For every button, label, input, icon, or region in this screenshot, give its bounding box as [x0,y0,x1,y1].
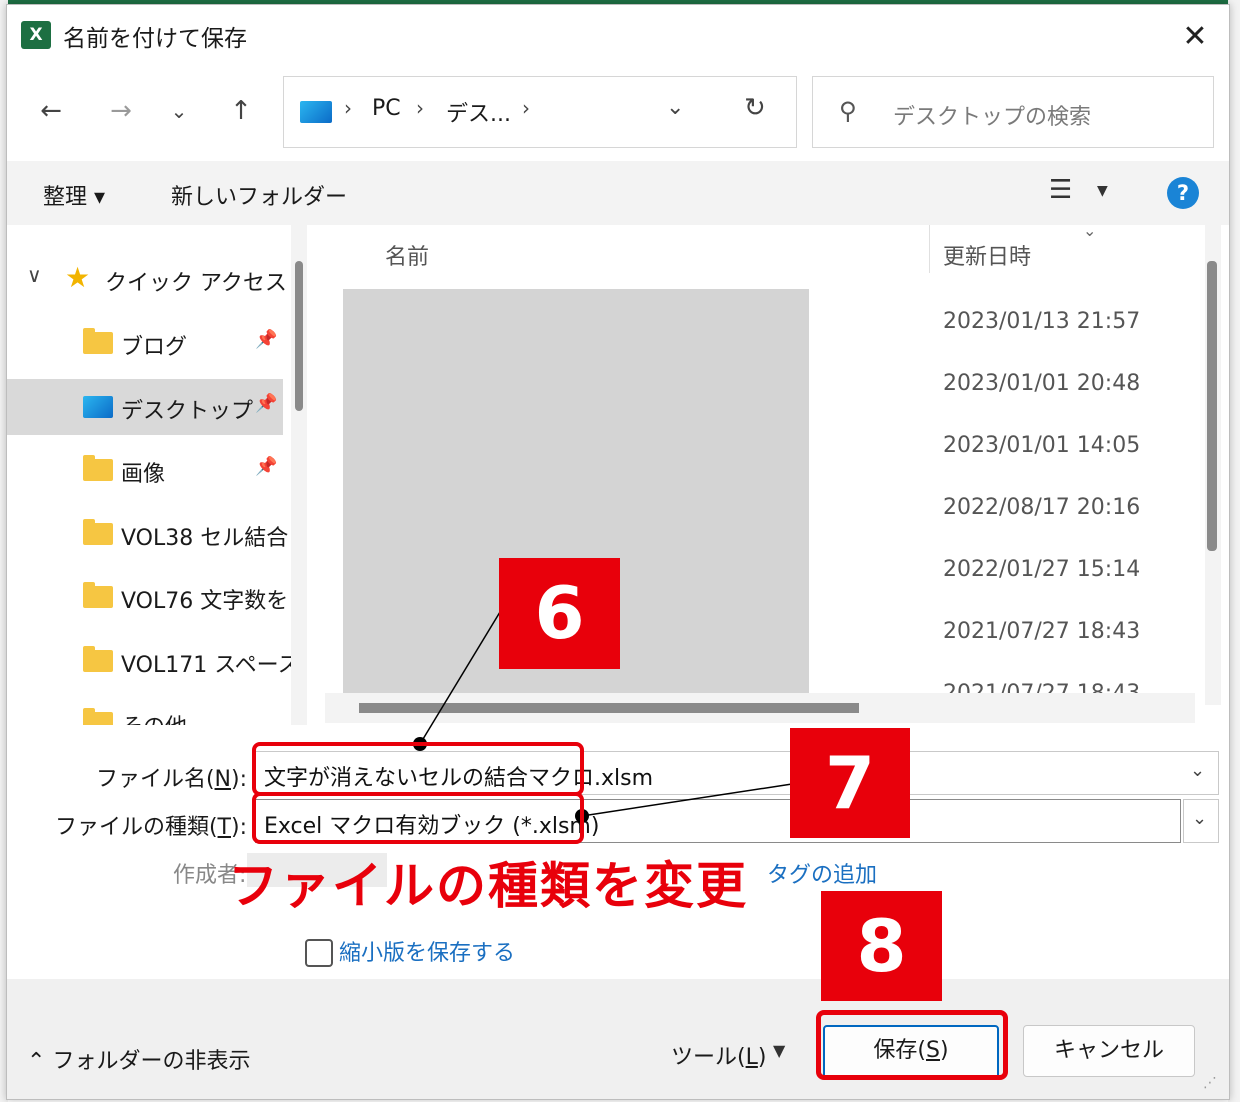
step-8-marker: 8 [821,891,942,1001]
annotation-lines [413,611,793,823]
annotation-caption: ファイルの種類を変更 [228,857,748,915]
step-7-marker: 7 [790,728,910,838]
highlight-save-button [816,1010,1008,1080]
highlight-filetype [252,792,584,844]
step-6-marker: 6 [499,558,620,669]
highlight-filename [252,742,584,796]
